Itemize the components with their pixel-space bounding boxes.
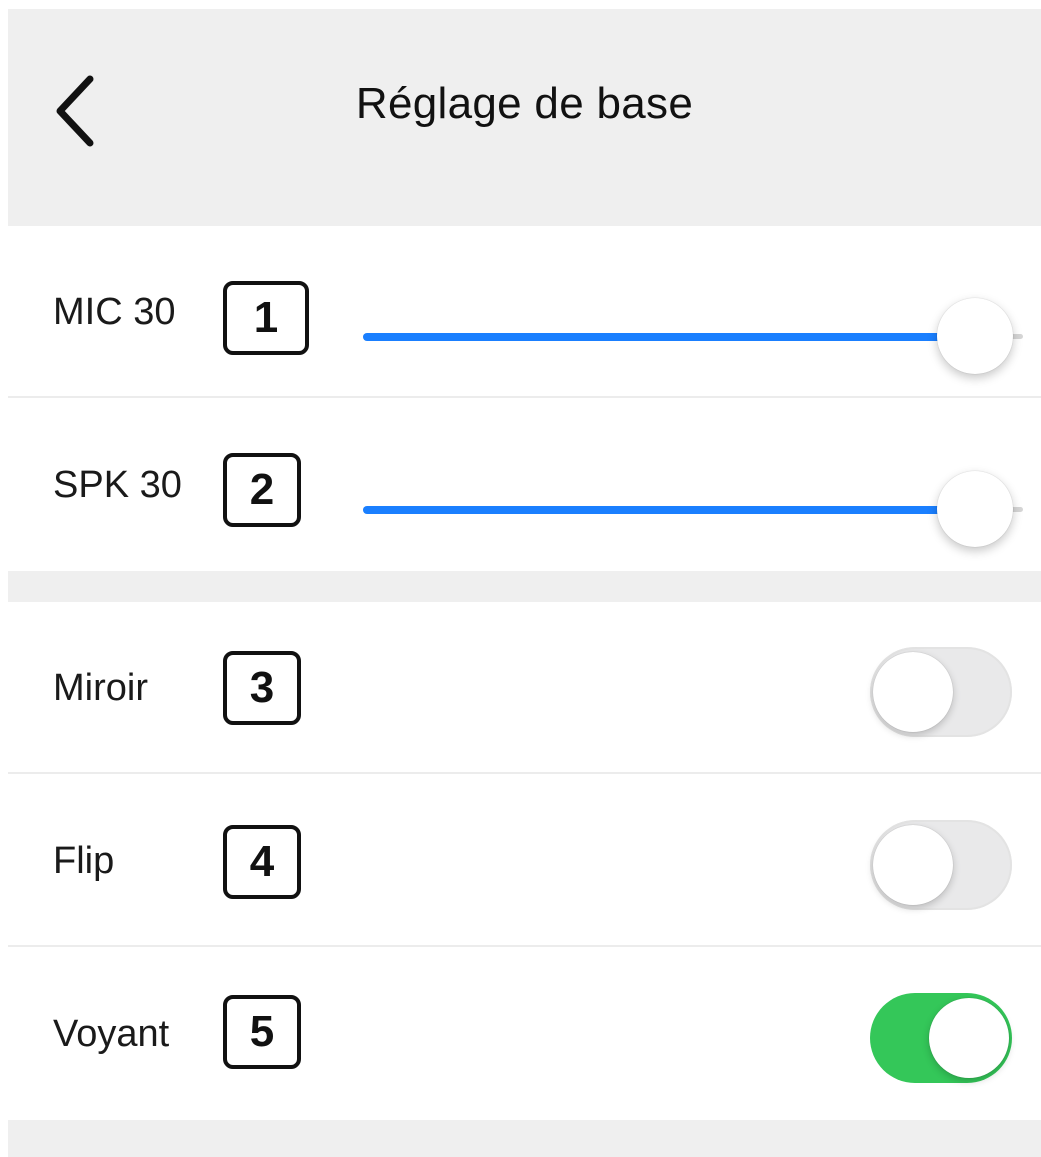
slider-fill	[363, 506, 975, 514]
annotation-marker-5: 5	[223, 995, 301, 1069]
mic-volume-label: MIC 30	[53, 291, 176, 333]
speaker-volume-label: SPK 30	[53, 464, 182, 506]
slider-thumb[interactable]	[937, 298, 1013, 374]
row-divider	[8, 396, 1041, 398]
mic-volume-slider[interactable]	[363, 298, 1023, 378]
toggle-knob	[929, 998, 1009, 1078]
slider-thumb[interactable]	[937, 471, 1013, 547]
mirror-label: Miroir	[53, 667, 148, 709]
toggle-knob	[873, 652, 953, 732]
annotation-marker-2: 2	[223, 453, 301, 527]
annotation-marker-4: 4	[223, 825, 301, 899]
flip-label: Flip	[53, 840, 115, 882]
mirror-row: Miroir 3	[8, 602, 1041, 774]
mic-volume-row: MIC 30 1	[8, 226, 1041, 398]
flip-toggle[interactable]	[870, 820, 1012, 910]
speaker-volume-slider[interactable]	[363, 471, 1023, 551]
annotation-marker-3: 3	[223, 651, 301, 725]
settings-screen: Réglage de base MIC 30 1 SPK 30 2 Miroir…	[8, 9, 1041, 1157]
display-settings-group: Miroir 3 Flip 4 Voyant 5	[8, 602, 1041, 1120]
toggle-knob	[873, 825, 953, 905]
flip-row: Flip 4	[8, 775, 1041, 947]
speaker-volume-row: SPK 30 2	[8, 399, 1041, 571]
annotation-marker-1: 1	[223, 281, 309, 355]
indicator-light-label: Voyant	[53, 1013, 170, 1055]
slider-fill	[363, 333, 975, 341]
volume-settings-group: MIC 30 1 SPK 30 2	[8, 226, 1041, 571]
nav-bar: Réglage de base	[8, 9, 1041, 226]
row-divider	[8, 772, 1041, 774]
indicator-light-toggle[interactable]	[870, 993, 1012, 1083]
row-divider	[8, 945, 1041, 947]
mirror-toggle[interactable]	[870, 647, 1012, 737]
page-title: Réglage de base	[355, 79, 694, 128]
indicator-light-row: Voyant 5	[8, 948, 1041, 1120]
